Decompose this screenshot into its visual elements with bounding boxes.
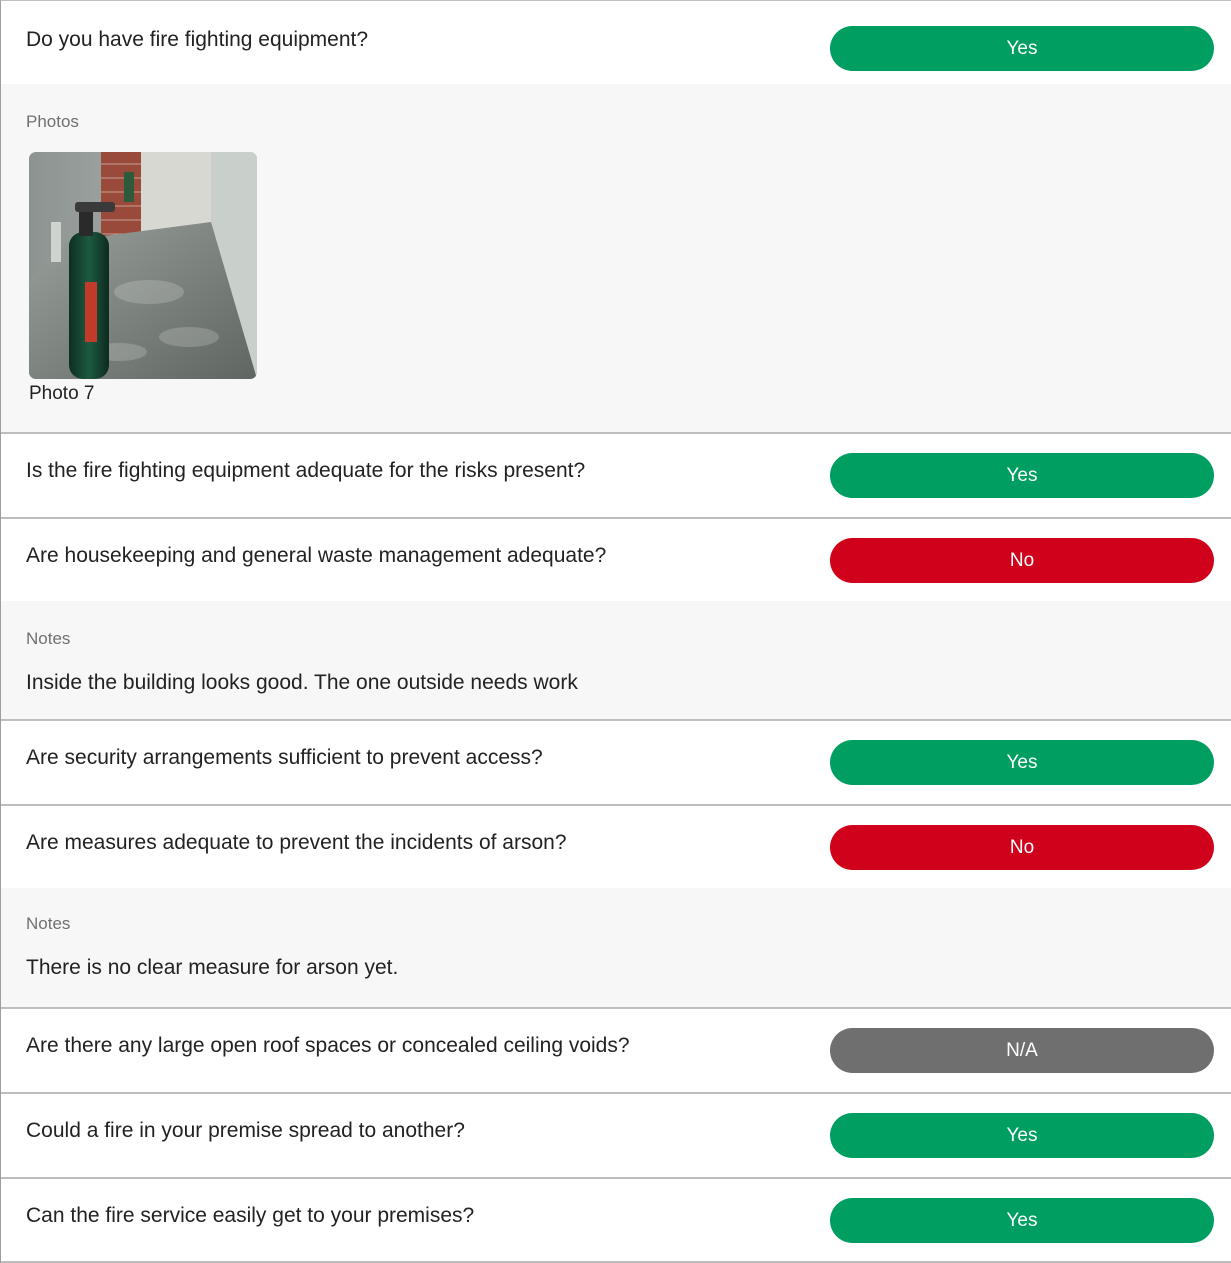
question-item-security: Are security arrangements sufficient to … [1,721,1231,806]
question-text: Are housekeeping and general waste manag… [26,544,607,567]
answer-badge-yes: Yes [830,740,1214,785]
question-row: Are there any large open roof spaces or … [1,1009,1231,1092]
answer-badge-yes: Yes [830,1113,1214,1158]
notes-text: There is no clear measure for arson yet. [26,956,399,979]
notes-text: Inside the building looks good. The one … [26,671,578,694]
question-text: Are measures adequate to prevent the inc… [26,831,567,854]
notes-label: Notes [26,629,71,648]
notes-label: Notes [26,914,71,933]
question-row: Are measures adequate to prevent the inc… [1,806,1231,888]
question-text: Are there any large open roof spaces or … [26,1034,630,1057]
notes-section: Notes There is no clear measure for arso… [1,888,1231,1007]
notes-section: Notes Inside the building looks good. Th… [1,601,1231,719]
question-item-roof-spaces: Are there any large open roof spaces or … [1,1009,1231,1094]
answer-badge-no: No [830,538,1214,583]
question-item-fire-service-access: Can the fire service easily get to your … [1,1179,1231,1263]
question-row: Are housekeeping and general waste manag… [1,519,1231,601]
question-text: Are security arrangements sufficient to … [26,746,543,769]
photos-section: Photos Photo 7 [1,84,1231,432]
question-item-fire-equipment: Do you have fire fighting equipment? Yes… [1,1,1231,434]
answer-badge-yes: Yes [830,1198,1214,1243]
question-row: Do you have fire fighting equipment? Yes [1,1,1231,84]
question-text: Is the fire fighting equipment adequate … [26,459,586,482]
inspection-report: Do you have fire fighting equipment? Yes… [0,0,1231,1263]
question-row: Can the fire service easily get to your … [1,1179,1231,1261]
question-item-housekeeping: Are housekeeping and general waste manag… [1,519,1231,721]
answer-badge-na: N/A [830,1028,1214,1073]
photos-label: Photos [26,112,79,131]
answer-badge-yes: Yes [830,453,1214,498]
question-row: Could a fire in your premise spread to a… [1,1094,1231,1177]
question-text: Do you have fire fighting equipment? [26,28,369,51]
question-text: Can the fire service easily get to your … [26,1204,475,1227]
photo-thumbnail[interactable] [29,152,257,379]
question-item-fire-spread: Could a fire in your premise spread to a… [1,1094,1231,1179]
fire-extinguisher-photo [29,152,257,379]
answer-badge-no: No [830,825,1214,870]
question-item-arson: Are measures adequate to prevent the inc… [1,806,1231,1009]
question-item-equipment-adequate: Is the fire fighting equipment adequate … [1,434,1231,519]
question-text: Could a fire in your premise spread to a… [26,1119,465,1142]
answer-badge-yes: Yes [830,26,1214,71]
question-row: Are security arrangements sufficient to … [1,721,1231,804]
question-row: Is the fire fighting equipment adequate … [1,434,1231,517]
photo-caption: Photo 7 [29,383,95,404]
